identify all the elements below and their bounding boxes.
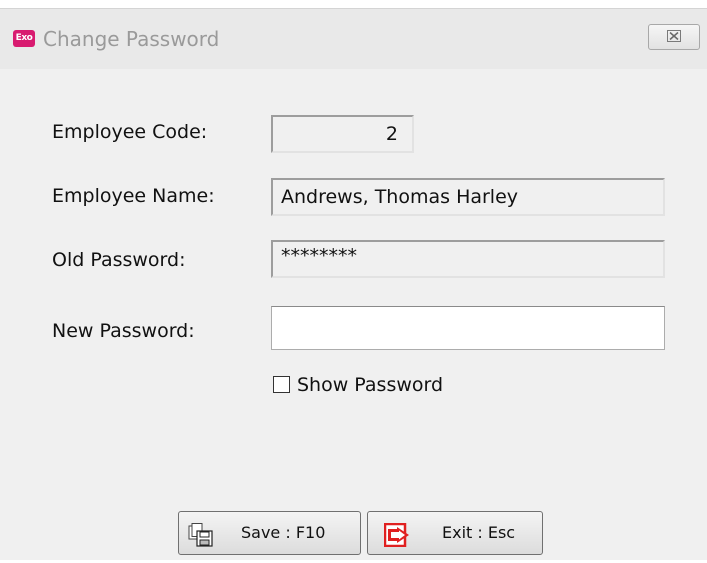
floppy-disk-icon <box>188 521 214 547</box>
exit-button-label: Exit : Esc <box>442 523 516 542</box>
employee-code-label: Employee Code: <box>52 121 208 143</box>
change-password-dialog: Exo Change Password Employee Code: 2 Emp… <box>0 8 707 560</box>
save-button-label: Save : F10 <box>241 523 326 542</box>
exo-app-icon: Exo <box>13 30 35 47</box>
employee-name-field: Andrews, Thomas Harley <box>271 178 665 216</box>
dialog-body: Employee Code: 2 Employee Name: Andrews,… <box>0 69 707 560</box>
close-button[interactable] <box>648 24 700 50</box>
old-password-label: Old Password: <box>52 249 186 271</box>
show-password-checkbox[interactable] <box>273 376 290 393</box>
title-bar[interactable]: Exo Change Password <box>0 9 707 69</box>
new-password-input[interactable] <box>271 306 665 350</box>
show-password-label[interactable]: Show Password <box>297 373 443 397</box>
save-button[interactable]: Save : F10 <box>178 511 361 555</box>
exit-door-icon <box>383 521 410 548</box>
new-password-label: New Password: <box>52 320 195 342</box>
old-password-field: ******** <box>271 240 665 278</box>
close-icon <box>667 28 681 46</box>
employee-code-field: 2 <box>271 115 414 153</box>
window-title: Change Password <box>43 27 220 51</box>
employee-name-label: Employee Name: <box>52 185 215 207</box>
exit-button[interactable]: Exit : Esc <box>367 511 543 555</box>
